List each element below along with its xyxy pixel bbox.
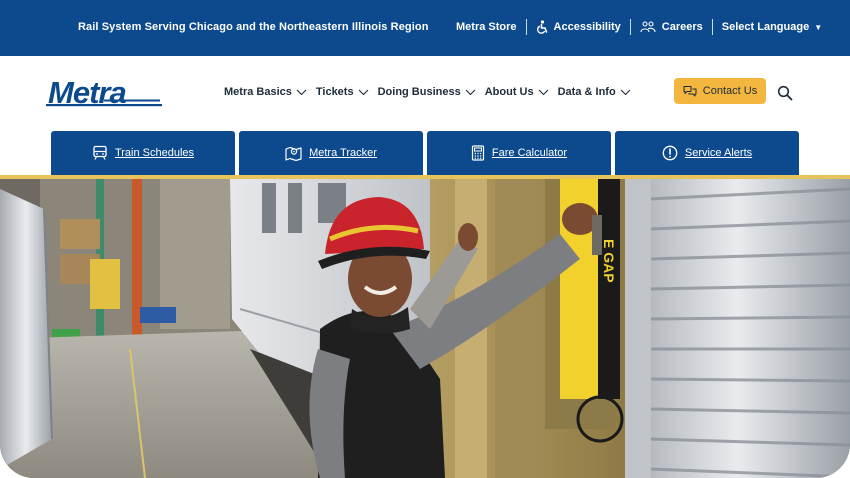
metra-store-label: Metra Store [456, 21, 517, 33]
nav-label: Doing Business [377, 86, 461, 98]
search-button[interactable] [777, 85, 793, 101]
caret-down-icon: ▼ [814, 22, 823, 32]
nav-label: Tickets [315, 86, 354, 98]
map-pin-icon [285, 146, 302, 161]
quick-links: Train Schedules Metra Tracker Fare Calcu… [51, 131, 799, 175]
utility-links: Metra Store Accessibility Careers Select… [456, 19, 822, 35]
chevron-down-icon [538, 89, 548, 95]
careers-label: Careers [661, 21, 703, 33]
hero-image: E GAP [0, 179, 850, 478]
search-icon [777, 85, 793, 101]
fare-calculator-link[interactable]: Fare Calculator [427, 131, 611, 175]
language-select[interactable]: Select Language ▼ [722, 21, 822, 33]
accessibility-label: Accessibility [553, 21, 621, 33]
nav-doing-business[interactable]: Doing Business [378, 86, 476, 98]
nav-about-us[interactable]: About Us [485, 86, 549, 98]
train-schedules-link[interactable]: Train Schedules [51, 131, 235, 175]
nav-label: About Us [484, 86, 534, 98]
chat-icon [683, 86, 697, 97]
nav-tickets[interactable]: Tickets [316, 86, 369, 98]
accessibility-icon [536, 20, 547, 34]
divider [711, 19, 713, 35]
chevron-down-icon [358, 89, 368, 95]
nav-metra-basics[interactable]: Metra Basics [224, 86, 307, 98]
site-tagline: Rail System Serving Chicago and the Nort… [78, 21, 429, 33]
quick-link-label: Train Schedules [114, 147, 195, 159]
metra-store-link[interactable]: Metra Store [456, 21, 517, 33]
chevron-down-icon [296, 89, 307, 95]
quick-link-label: Service Alerts [684, 147, 753, 159]
chevron-down-icon [465, 89, 476, 95]
nav-label: Data & Info [557, 86, 616, 98]
service-alerts-link[interactable]: Service Alerts [615, 131, 799, 175]
people-icon [640, 21, 656, 33]
main-navigation: Metra Basics Tickets Doing Business Abou… [224, 86, 640, 98]
nav-label: Metra Basics [224, 86, 292, 98]
quick-link-label: Metra Tracker [309, 147, 377, 159]
metra-logo[interactable]: Metra [46, 75, 164, 111]
train-icon [93, 145, 107, 160]
chevron-down-icon [620, 89, 631, 95]
metra-tracker-link[interactable]: Metra Tracker [239, 131, 423, 175]
quick-link-label: Fare Calculator [491, 147, 568, 159]
careers-link[interactable]: Careers [640, 21, 703, 33]
contact-us-button[interactable]: Contact Us [674, 78, 766, 104]
alert-icon [662, 145, 678, 161]
door-sign-text: E GAP [601, 239, 617, 283]
nav-data-info[interactable]: Data & Info [558, 86, 631, 98]
divider [525, 19, 527, 35]
accessibility-link[interactable]: Accessibility [536, 20, 621, 34]
language-label: Select Language [721, 21, 810, 33]
calculator-icon [471, 145, 484, 161]
divider [629, 19, 631, 35]
contact-us-label: Contact Us [702, 85, 758, 97]
utility-bar: Rail System Serving Chicago and the Nort… [0, 0, 850, 56]
